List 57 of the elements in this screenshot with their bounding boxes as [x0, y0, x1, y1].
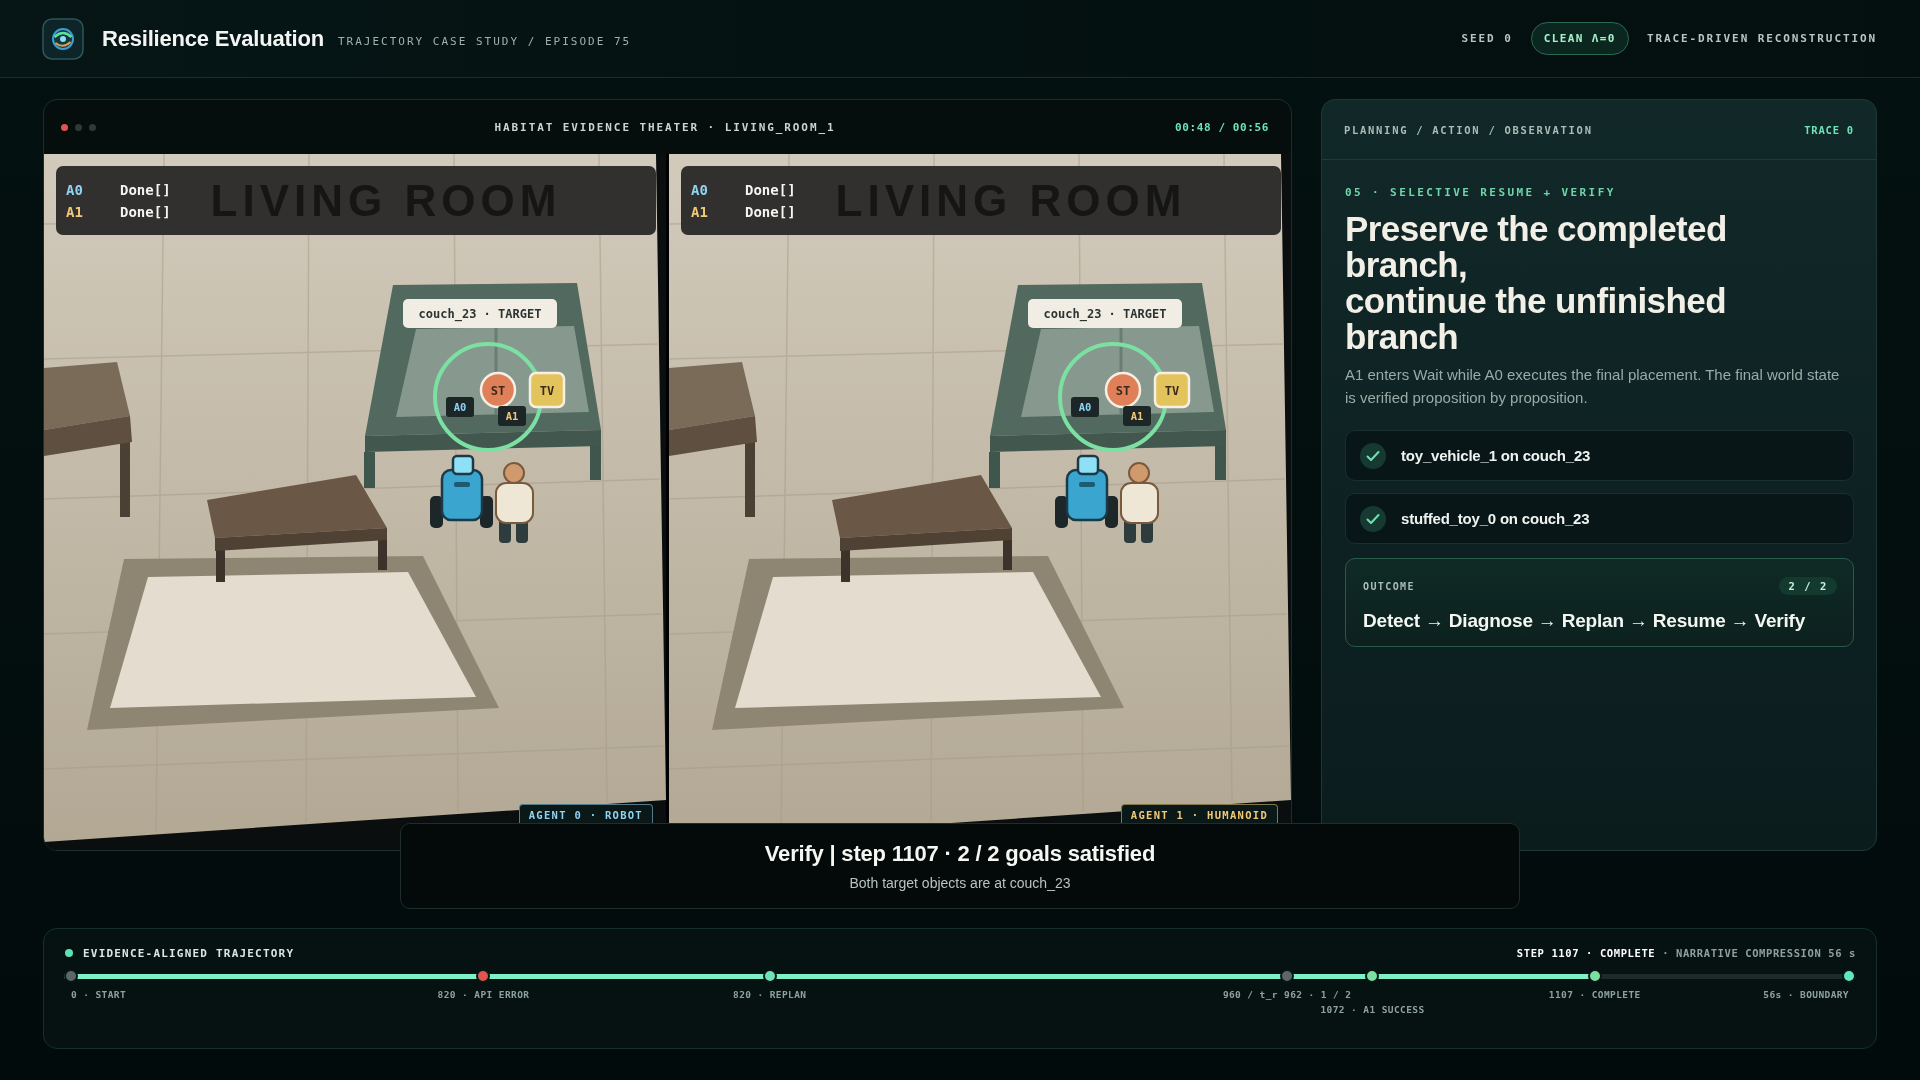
agent-tag: A1	[1123, 406, 1151, 426]
agent-id: A0	[66, 181, 84, 198]
agent-action: Done[]	[745, 181, 796, 198]
event-label: 820 · REPLAN	[733, 989, 807, 1000]
event-label: 820 · API ERROR	[437, 989, 530, 1000]
clean-status-pill: CLEAN Λ=0	[1530, 22, 1629, 55]
logo-icon	[42, 17, 84, 60]
object-marker: ST	[479, 371, 517, 409]
event-label: 960 / t_r 962 · 1 / 2	[1222, 989, 1352, 1000]
check-label: toy_vehicle_1 on couch_23	[1401, 447, 1591, 464]
trajectory-summary: STEP 1107 · COMPLETE · NARRATIVE COMPRESSION 56 s	[1516, 947, 1856, 959]
window-dot-icon	[75, 123, 82, 131]
window-dot-icon	[61, 123, 68, 131]
playback-time: 00:48 / 00:56	[1175, 120, 1269, 134]
panel-header-title: PLANNING / ACTION / OBSERVATION	[1344, 123, 1593, 136]
status-dot-icon	[65, 949, 73, 957]
agent-id: A1	[691, 203, 709, 220]
outcome-label: OUTCOME	[1363, 580, 1415, 592]
target-label: couch_23 · TARGET	[403, 299, 557, 328]
app-title: Resilience Evaluation	[102, 25, 324, 52]
theater-title: HABITAT EVIDENCE THEATER · LIVING_ROOM_1	[494, 120, 836, 134]
caption-subtitle: Both target objects are at couch_23	[849, 875, 1071, 891]
goal-count-tag: 2 / 2	[1779, 577, 1837, 595]
agent-action: Done[]	[120, 203, 171, 220]
couch-leg	[989, 452, 1000, 488]
outcome-flow: Detect → Diagnose → Replan → Resume → Verify	[1363, 610, 1807, 632]
trajectory-title: EVIDENCE-ALIGNED TRAJECTORY	[83, 946, 295, 960]
mode-label: TRACE-DRIVEN RECONSTRUCTION	[1646, 32, 1877, 45]
panel-description: A1 enters Wait while A0 executes the final placement. The final world state is verified proposition by proposition.	[1345, 365, 1841, 408]
object-marker: TV	[1153, 371, 1191, 409]
check-label: stuffed_toy_0 on couch_23	[1401, 510, 1590, 527]
object-marker: ST	[1104, 371, 1142, 409]
target-label: couch_23 · TARGET	[1028, 299, 1182, 328]
event-label: 1107 · COMPLETE	[1548, 989, 1641, 1000]
event-label: 56s · BOUNDARY	[1763, 989, 1849, 1000]
couch-leg	[590, 446, 601, 480]
trace-label: TRACE 0	[1804, 123, 1854, 136]
agent-caption: AGENT 1 · HUMANOID	[1120, 804, 1278, 824]
agent-caption: AGENT 0 · ROBOT	[518, 804, 653, 824]
agent-id: A1	[66, 203, 84, 220]
event-label: 1072 · A1 SUCCESS	[1320, 1004, 1425, 1015]
agent-action: Done[]	[745, 203, 796, 220]
seed-label: SEED 0	[1461, 32, 1513, 45]
window-dot-icon	[89, 123, 96, 131]
object-marker: TV	[528, 371, 566, 409]
panel-heading: Preserve the completed branch, continue the unfinished branch	[1345, 211, 1728, 355]
agent-tag: A1	[498, 406, 526, 426]
app-subtitle: TRAJECTORY CASE STUDY / EPISODE 75	[338, 35, 632, 48]
agent-action: Done[]	[120, 181, 171, 198]
couch-leg	[364, 452, 375, 488]
agent-id: A0	[691, 181, 709, 198]
agent-tag: A0	[446, 397, 474, 417]
step-kicker: 05 · SELECTIVE RESUME + VERIFY	[1345, 185, 1617, 201]
caption-title: Verify | step 1107 · 2 / 2 goals satisfied	[764, 841, 1156, 867]
agent-tag: A0	[1071, 397, 1099, 417]
event-label: 0 · START	[71, 989, 127, 1000]
couch-leg	[1215, 446, 1226, 480]
